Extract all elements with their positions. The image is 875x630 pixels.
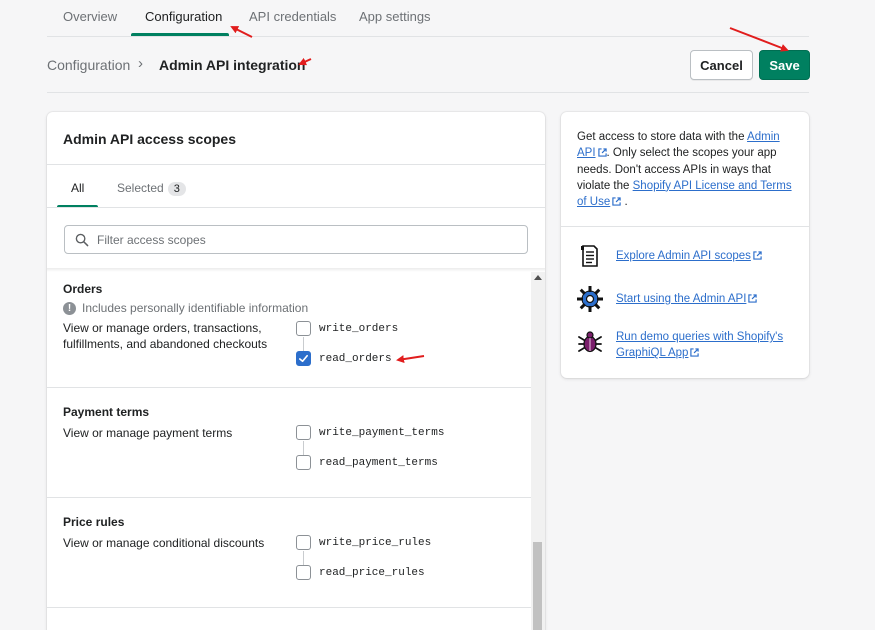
section-title: Orders (63, 282, 103, 296)
checkbox[interactable] (296, 425, 311, 440)
scope-label: write_orders (319, 322, 399, 335)
info-card: Get access to store data with the Admin … (561, 112, 809, 378)
subtab-all[interactable]: All (71, 181, 84, 195)
divider (561, 226, 809, 227)
external-link-icon (690, 348, 700, 357)
document-icon (581, 245, 598, 267)
tab-overview[interactable]: Overview (63, 9, 117, 24)
checkbox[interactable] (296, 535, 311, 550)
checkbox[interactable] (296, 455, 311, 470)
section-description: View or manage orders, transactions, ful… (63, 321, 268, 351)
pii-note: ! Includes personally identifiable infor… (63, 301, 308, 315)
scope-section-orders: Orders ! Includes personally identifiabl… (47, 272, 531, 388)
scope-label: write_price_rules (319, 536, 432, 549)
page-header: Configuration › Admin API integration Ca… (47, 38, 810, 93)
checkbox-checked[interactable] (296, 351, 311, 366)
scope-label: read_orders (319, 352, 392, 365)
external-link-icon (748, 294, 758, 303)
filter-scopes-field[interactable] (64, 225, 528, 254)
search-icon (75, 233, 89, 247)
access-scopes-card: Admin API access scopes All Selected3 Or… (47, 112, 545, 630)
scope-read-price-rules[interactable]: read_price_rules (296, 565, 425, 580)
resource-graphiql: Run demo queries with Shopify's GraphiQL… (577, 330, 791, 362)
graphiql-demo-link[interactable]: Run demo queries with Shopify's GraphiQL… (616, 331, 783, 359)
cancel-button[interactable]: Cancel (690, 50, 753, 80)
tab-app-settings[interactable]: App settings (359, 9, 431, 24)
scope-write-payment-terms[interactable]: write_payment_terms (296, 425, 444, 440)
top-tabs: Overview Configuration API credentials A… (47, 0, 809, 37)
filter-scopes-input[interactable] (97, 226, 517, 253)
section-description: View or manage payment terms (63, 426, 233, 440)
scope-section-payment-terms: Payment terms View or manage payment ter… (47, 388, 531, 498)
explore-scopes-link[interactable]: Explore Admin API scopes (616, 250, 751, 262)
graphiql-bug-icon (578, 331, 602, 353)
breadcrumb-separator: › (138, 55, 143, 72)
scope-write-price-rules[interactable]: write_price_rules (296, 535, 431, 550)
intro-text-part: Get access to store data with the (577, 131, 748, 143)
external-link-icon (597, 148, 607, 157)
scope-read-orders[interactable]: read_orders (296, 351, 392, 366)
scope-label: write_payment_terms (319, 426, 445, 439)
section-title: Price rules (63, 515, 125, 529)
save-button[interactable]: Save (759, 50, 810, 80)
section-title: Payment terms (63, 405, 150, 419)
scrollbar[interactable] (531, 272, 545, 630)
scopes-list: Orders ! Includes personally identifiabl… (47, 272, 531, 630)
card-title: Admin API access scopes (63, 131, 237, 147)
scrollbar-thumb[interactable] (533, 542, 542, 630)
scope-connector (303, 551, 304, 565)
divider (47, 164, 545, 165)
scroll-up-arrow-icon[interactable] (534, 275, 542, 280)
intro-text: Get access to store data with the Admin … (577, 129, 797, 210)
active-tab-indicator (131, 33, 229, 36)
checkbox[interactable] (296, 565, 311, 580)
scope-write-orders[interactable]: write_orders (296, 321, 398, 336)
scope-connector (303, 441, 304, 455)
scope-label: read_payment_terms (319, 456, 438, 469)
gear-icon (577, 286, 603, 312)
resource-start-using: Start using the Admin API (577, 286, 791, 312)
tab-api-credentials[interactable]: API credentials (249, 9, 336, 24)
scope-read-payment-terms[interactable]: read_payment_terms (296, 455, 438, 470)
external-link-icon (612, 197, 621, 206)
intro-text-part: . (624, 196, 628, 209)
scope-section-price-rules: Price rules View or manage conditional d… (47, 498, 531, 608)
subtab-selected[interactable]: Selected 3 (117, 181, 186, 196)
checkbox[interactable] (296, 321, 311, 336)
checkmark-icon (299, 354, 308, 363)
subtab-selected-label: Selected (117, 181, 164, 195)
tab-configuration[interactable]: Configuration (145, 9, 222, 24)
breadcrumb-parent[interactable]: Configuration (47, 57, 130, 73)
section-description: View or manage conditional discounts (63, 536, 265, 550)
selected-count-badge: 3 (167, 182, 186, 196)
external-link-icon (753, 251, 762, 260)
page-title: Admin API integration (159, 57, 306, 73)
info-icon: ! (63, 301, 76, 315)
pii-note-text: Includes personally identifiable informa… (82, 301, 309, 315)
scope-label: read_price_rules (319, 566, 425, 579)
divider (47, 207, 545, 208)
resource-explore-scopes: Explore Admin API scopes (577, 243, 791, 269)
scope-connector (303, 337, 304, 351)
start-using-link[interactable]: Start using the Admin API (616, 293, 746, 305)
